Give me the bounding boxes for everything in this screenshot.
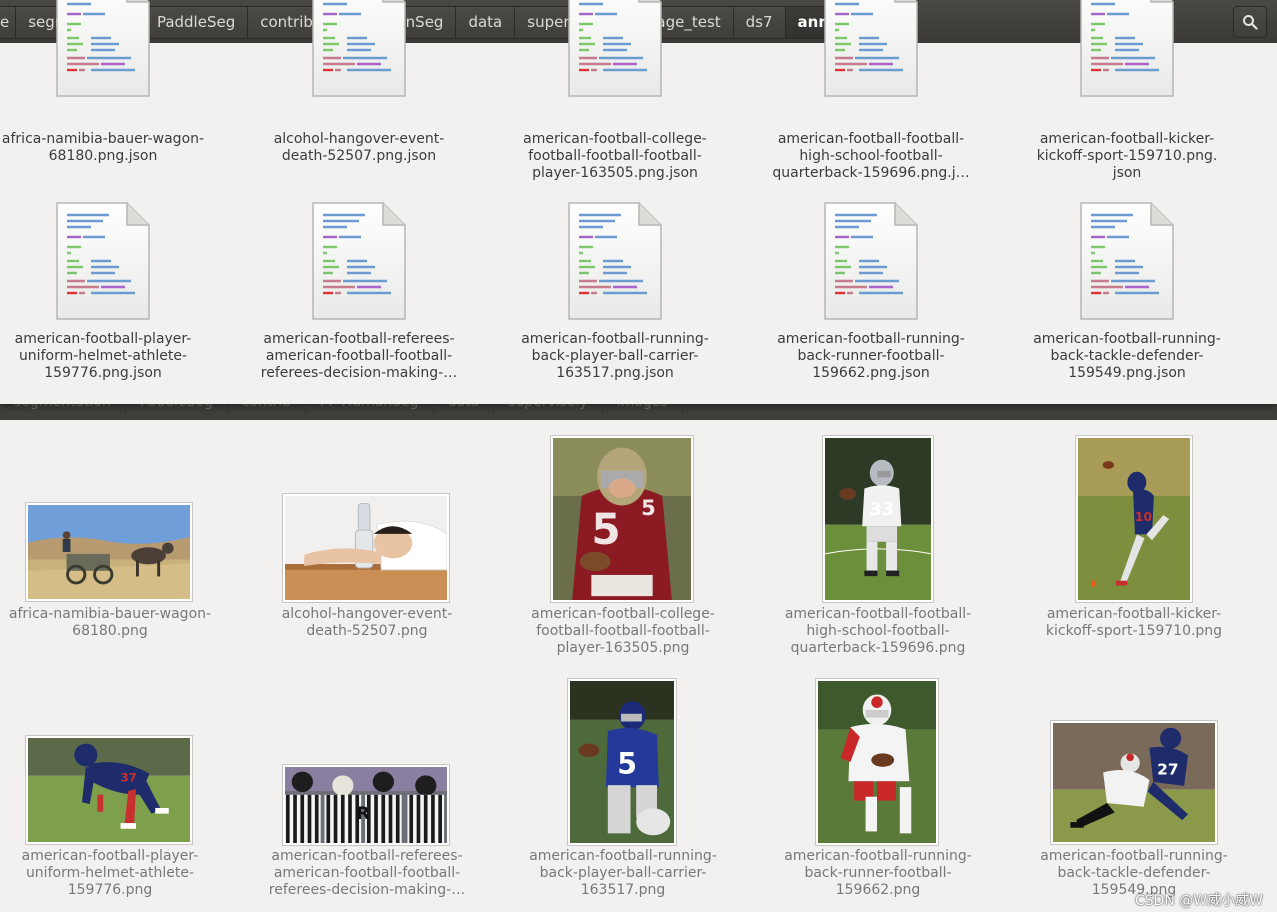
image-thumbnail[interactable]: 5 5 xyxy=(550,435,694,603)
svg-text:10: 10 xyxy=(1135,509,1153,524)
file-name-label: american-football-player- uniform-helmet… xyxy=(14,331,192,381)
image-file-name-label[interactable]: american-football-running- back-runner-f… xyxy=(763,848,993,899)
image-thumbnail[interactable]: R xyxy=(282,764,450,846)
file-name-label: american-football-referees- american-foo… xyxy=(260,331,458,381)
file-name-label: alcohol-hangover-event- death-52507.png.… xyxy=(273,131,445,164)
image-thumbnail[interactable] xyxy=(282,493,450,603)
thumbnail-image xyxy=(285,496,447,600)
file-name-label: american-football-running- back-tackle-d… xyxy=(1033,331,1221,381)
watermark: CSDN @W威小威W xyxy=(1134,893,1263,909)
svg-text:27: 27 xyxy=(1157,760,1178,778)
image-thumbnail[interactable]: 37 xyxy=(25,735,193,845)
svg-text:37: 37 xyxy=(121,771,137,785)
image-file-name-label[interactable]: american-football-college- football-foot… xyxy=(508,606,738,657)
image-file-name-label[interactable]: american-football-referees- american-foo… xyxy=(252,848,482,899)
json-file-icon xyxy=(567,201,663,321)
images-folder-window: africa-namibia-bauer-wagon- 68180.png al… xyxy=(0,418,1277,912)
file-name-label: american-football-running- back-player-b… xyxy=(521,331,709,381)
json-file-icon xyxy=(311,201,407,321)
json-file-icon xyxy=(1079,201,1175,321)
thumbnail-image xyxy=(28,505,190,599)
search-icon xyxy=(1243,15,1258,30)
image-file-name-label[interactable]: american-football-running- back-player-b… xyxy=(508,848,738,899)
breadcrumb-item-e[interactable]: e xyxy=(0,5,17,39)
json-file-icon xyxy=(567,0,663,98)
json-file-icon xyxy=(55,0,151,98)
json-file-icon xyxy=(55,201,151,321)
json-file-icon xyxy=(311,0,407,98)
thumbnail-image xyxy=(818,681,936,843)
file-name-label: africa-namibia-bauer-wagon- 68180.png.js… xyxy=(1,131,205,164)
breadcrumb-item-paddleseg[interactable]: PaddleSeg xyxy=(144,5,249,39)
thumbnail-image: R xyxy=(285,767,447,843)
thumbnail-image: 10 xyxy=(1078,438,1190,600)
image-thumbnail[interactable] xyxy=(815,678,939,846)
json-file-icon xyxy=(823,0,919,98)
image-thumbnail[interactable]: 10 xyxy=(1075,435,1193,603)
json-file-icon xyxy=(1079,0,1175,98)
image-thumbnail[interactable]: 33 xyxy=(822,435,934,603)
ann-folder-window: e segmentation PaddleSeg contrib PP-Huma… xyxy=(0,0,1277,404)
image-file-name-label[interactable]: american-football-football- high-school-… xyxy=(763,606,993,657)
thumbnail-image: 37 xyxy=(28,738,190,842)
thumbnail-image: 5 5 xyxy=(553,438,691,600)
breadcrumb-item-data[interactable]: data xyxy=(456,5,516,39)
svg-text:5: 5 xyxy=(591,505,620,554)
search-button[interactable] xyxy=(1233,6,1267,38)
thumbnail-image: 33 xyxy=(825,438,931,600)
breadcrumb-item-ds7[interactable]: ds7 xyxy=(733,5,786,39)
file-name-label: american-football-running- back-runner-f… xyxy=(777,331,965,381)
image-thumbnail[interactable]: 27 xyxy=(1050,720,1218,845)
svg-text:5: 5 xyxy=(617,746,637,780)
image-file-name-label[interactable]: alcohol-hangover-event- death-52507.png xyxy=(252,606,482,640)
thumbnail-image: 5 xyxy=(570,681,674,843)
svg-text:R: R xyxy=(356,804,369,824)
image-file-name-label[interactable]: american-football-player- uniform-helmet… xyxy=(0,848,225,899)
svg-text:5: 5 xyxy=(641,495,656,520)
thumbnail-image: 27 xyxy=(1053,723,1215,842)
file-name-label: american-football-college- football-foot… xyxy=(523,131,707,181)
file-name-label: american-football-kicker- kickoff-sport-… xyxy=(1036,131,1218,181)
image-file-name-label[interactable]: africa-namibia-bauer-wagon- 68180.png xyxy=(0,606,225,640)
svg-text:33: 33 xyxy=(870,500,894,520)
file-name-label: american-football-football- high-school-… xyxy=(772,131,970,181)
image-thumbnail[interactable] xyxy=(25,502,193,602)
json-file-icon xyxy=(823,201,919,321)
image-file-name-label[interactable]: american-football-kicker- kickoff-sport-… xyxy=(1019,606,1249,640)
image-thumbnail[interactable]: 5 xyxy=(567,678,677,846)
